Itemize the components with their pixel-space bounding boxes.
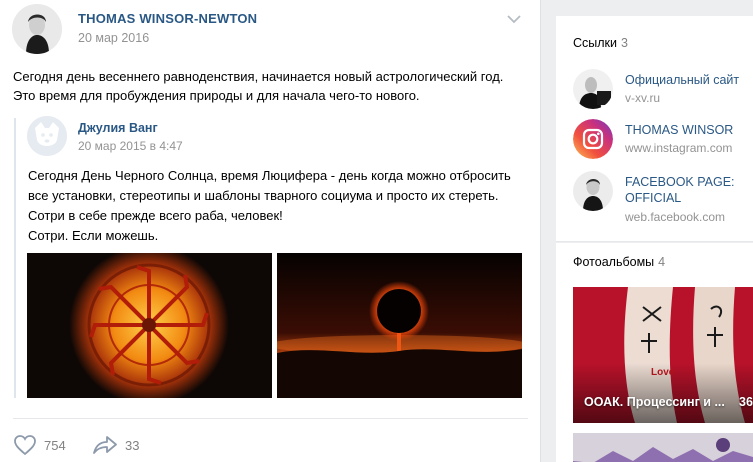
heart-icon — [14, 435, 36, 456]
album-caption: ООАК. Процессинг и ... — [584, 395, 725, 409]
post-divider — [13, 418, 528, 419]
albums-title: Фотоальбомы — [573, 255, 655, 269]
links-block: Ссылки 3 Официальный сайт v-xv.ru THOMAS… — [556, 16, 753, 242]
link-url: v-xv.ru — [625, 91, 661, 105]
links-count: 3 — [621, 36, 628, 50]
links-title: Ссылки — [573, 36, 618, 50]
link-official-site[interactable]: Официальный сайт v-xv.ru — [573, 69, 753, 119]
share-button[interactable]: 33 — [92, 433, 139, 457]
right-sidebar: Ссылки 3 Официальный сайт v-xv.ru THOMAS… — [556, 0, 753, 462]
share-arrow-icon — [93, 436, 117, 454]
link-url: web.facebook.com — [625, 210, 726, 224]
wall-post: THOMAS WINSOR-NEWTON 20 мар 2016 Сегодня… — [0, 0, 541, 462]
site-avatar — [573, 69, 613, 109]
author-avatar[interactable] — [12, 4, 62, 54]
facebook-avatar — [573, 171, 613, 211]
repost-text-line: Сотри в себе прежде всего раба, человек! — [28, 208, 283, 223]
instagram-icon — [573, 119, 613, 159]
post-text: Сегодня день весеннего равноденствия, на… — [13, 67, 528, 105]
link-title: FACEBOOK PAGE: — [625, 175, 735, 189]
albums-block: Фотоальбомы4 Love ООАК. Процессинг и ...… — [556, 243, 753, 462]
repost-text-line: все установки, стереотипы и шаблоны твар… — [28, 188, 499, 203]
link-url: www.instagram.com — [625, 141, 733, 155]
albums-count: 4 — [658, 255, 666, 269]
repost-date[interactable]: 20 мар 2015 в 4:47 — [78, 139, 183, 153]
share-count: 33 — [125, 437, 140, 453]
post-text-line: Это время для пробуждения природы и для … — [13, 88, 420, 103]
like-count: 754 — [44, 437, 66, 453]
repost-bar — [14, 118, 16, 398]
repost-text: Сегодня День Черного Солнца, время Люциф… — [28, 166, 528, 246]
albums-header[interactable]: Фотоальбомы 4 — [573, 255, 665, 269]
like-button[interactable]: 754 — [13, 433, 66, 457]
link-instagram[interactable]: THOMAS WINSOR www.instagram.com — [573, 119, 753, 169]
eclipse-image[interactable] — [277, 253, 522, 398]
chevron-down-icon[interactable] — [505, 12, 523, 26]
link-facebook[interactable]: FACEBOOK PAGE: OFFICIAL web.facebook.com — [573, 171, 753, 224]
album-gradient — [573, 363, 753, 423]
repost-text-line: Сегодня День Черного Солнца, время Люциф… — [28, 168, 511, 183]
post-text-line: Сегодня день весеннего равноденствия, на… — [13, 69, 504, 84]
album-photo-count: 36 — [739, 395, 753, 409]
album-cover[interactable]: Love ООАК. Процессинг и ... 36 — [573, 287, 753, 423]
repost-text-line: Сотри. Если можешь. — [28, 228, 159, 243]
post-date[interactable]: 20 мар 2016 — [78, 31, 149, 45]
links-header[interactable]: Ссылки 3 — [573, 36, 628, 50]
link-title: THOMAS WINSOR — [625, 123, 734, 137]
post-author[interactable]: THOMAS WINSOR-NEWTON — [78, 11, 257, 26]
album-cover[interactable] — [573, 433, 753, 462]
repost-author-avatar[interactable] — [27, 116, 67, 156]
link-title: Официальный сайт — [625, 73, 740, 87]
black-sun-image[interactable] — [27, 253, 272, 398]
repost-author[interactable]: Джулия Ванг — [78, 121, 158, 135]
link-title-line2: OFFICIAL — [625, 191, 682, 205]
